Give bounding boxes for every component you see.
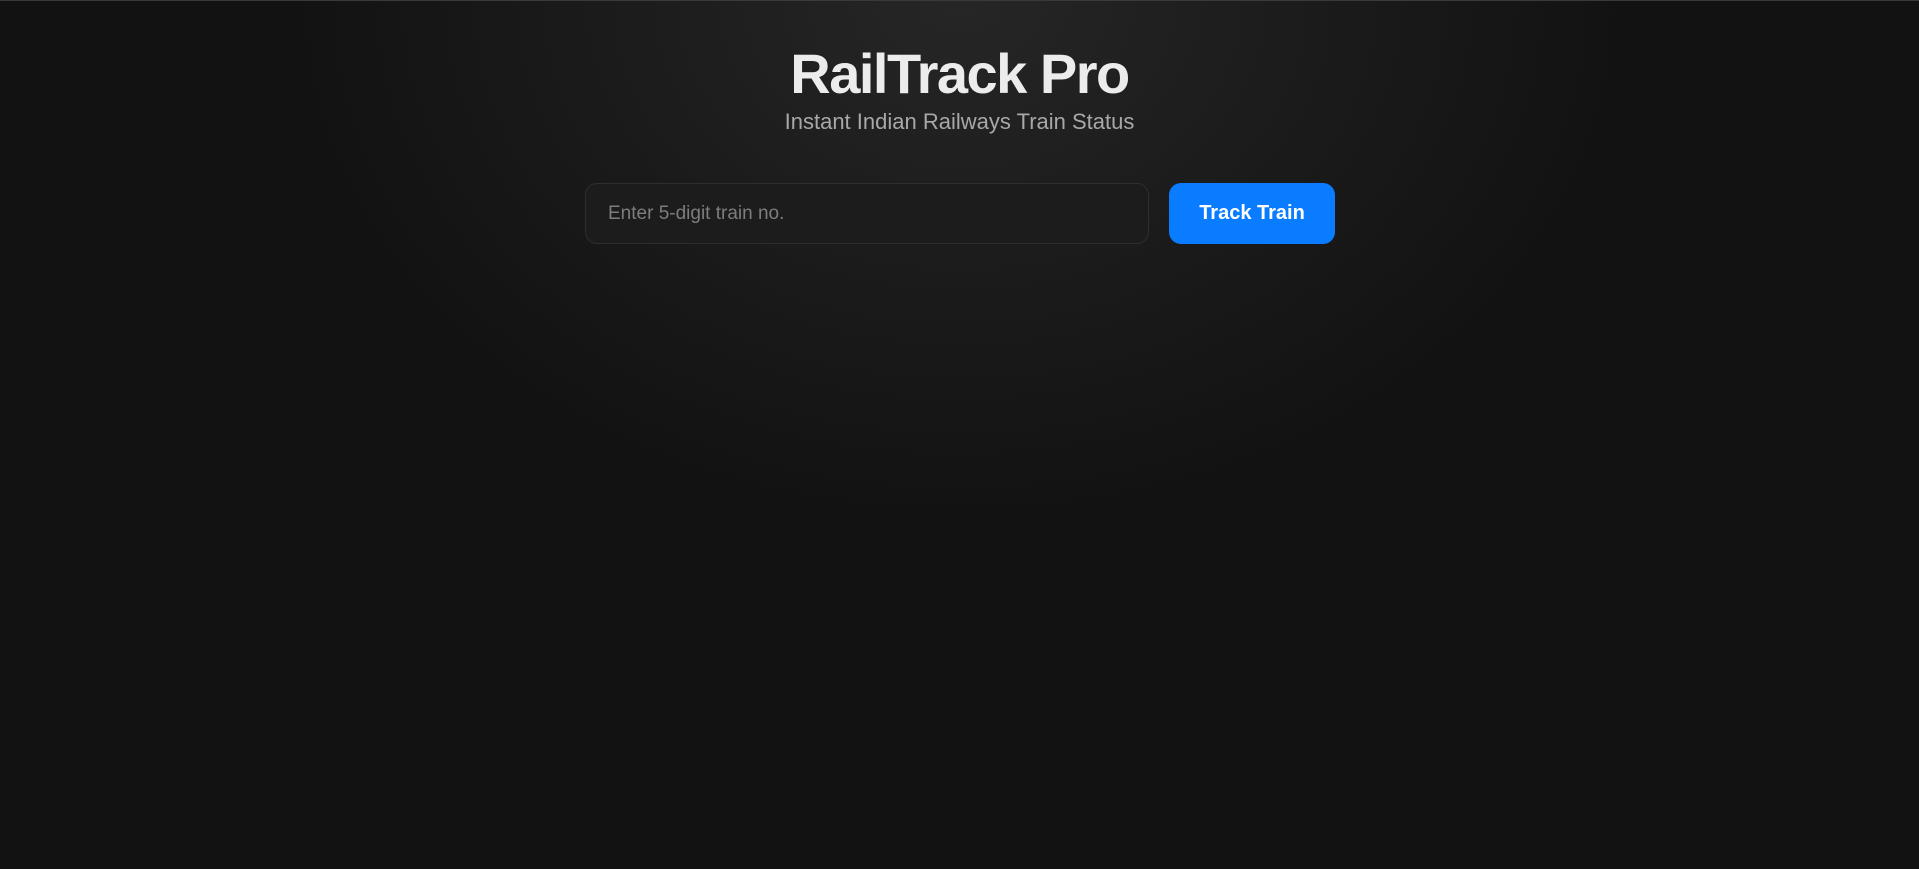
app-subtitle: Instant Indian Railways Train Status — [784, 109, 1135, 134]
top-border — [0, 0, 1919, 1]
page-header: RailTrack Pro Instant Indian Railways Tr… — [0, 40, 1919, 136]
train-number-input[interactable] — [585, 183, 1149, 244]
app-title: RailTrack Pro — [790, 42, 1130, 105]
train-search-form: Track Train — [585, 183, 1335, 244]
track-train-button[interactable]: Track Train — [1169, 183, 1335, 244]
